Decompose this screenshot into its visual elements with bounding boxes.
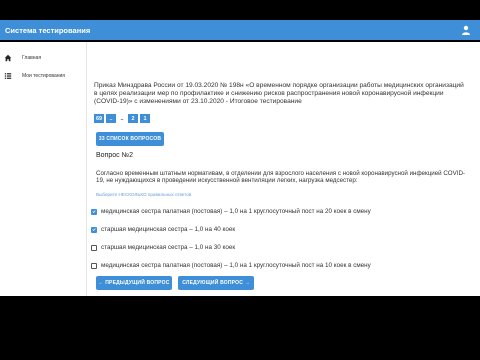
question-nav-item[interactable]: 1 bbox=[140, 114, 150, 123]
home-icon bbox=[4, 54, 12, 62]
prev-question-button[interactable]: ← ПРЕДЫДУЩИЙ ВОПРОС bbox=[96, 276, 172, 290]
app-title: Система тестирования bbox=[5, 25, 91, 35]
sidebar-item-my-tests[interactable]: Мои тестирования bbox=[4, 72, 65, 80]
sidebar-item-home[interactable]: Главная bbox=[4, 54, 41, 62]
sidebar-item-label: Мои тестирования bbox=[22, 73, 65, 79]
answer-option[interactable]: медицинская сестра палатная (постовая) –… bbox=[91, 208, 371, 215]
question-nav-item[interactable]: .. bbox=[106, 114, 116, 123]
answer-hint: Выберите НЕСКОЛЬКО правильных ответов bbox=[96, 192, 192, 197]
checkbox-unchecked[interactable] bbox=[91, 262, 97, 269]
answer-option[interactable]: старшая медицинская сестра – 1,0 на 40 к… bbox=[91, 226, 235, 233]
answer-option[interactable]: медицинская сестра палатная (постовая) –… bbox=[91, 262, 371, 269]
answer-option-label: старшая медицинская сестра – 1,0 на 40 к… bbox=[101, 226, 236, 233]
answer-option-label: старшая медицинская сестра – 1,0 на 30 к… bbox=[101, 244, 236, 251]
user-icon[interactable] bbox=[461, 25, 471, 35]
question-nav-ellipsis: .. bbox=[120, 115, 124, 122]
sidebar-item-label: Главная bbox=[22, 55, 42, 61]
list-icon bbox=[4, 73, 12, 79]
question-nav-item[interactable]: 69 bbox=[94, 114, 104, 123]
question-title: Вопрос №2 bbox=[96, 152, 133, 159]
next-question-button[interactable]: СЛЕДУЮЩИЙ ВОПРОС → bbox=[178, 276, 254, 290]
question-nav-item[interactable]: 2 bbox=[128, 114, 138, 123]
sidebar: Главная Мои тестирования bbox=[0, 42, 87, 296]
answer-option[interactable]: старшая медицинская сестра – 1,0 на 30 к… bbox=[91, 244, 235, 251]
question-pagination: 69 .. .. 2 1 bbox=[94, 114, 152, 123]
test-description: Приказ Минздрава России от 19.03.2020 № … bbox=[94, 82, 464, 105]
app-header: Система тестирования bbox=[0, 20, 480, 40]
answer-option-label: медицинская сестра палатная (постовая) –… bbox=[101, 262, 371, 269]
checkbox-unchecked[interactable] bbox=[91, 244, 97, 251]
answer-option-label: медицинская сестра палатная (постовая) –… bbox=[101, 208, 371, 215]
app-screen: Главная Мои тестирования Приказ Минздрав… bbox=[0, 42, 480, 296]
checkbox-checked[interactable] bbox=[91, 226, 97, 233]
checkbox-checked[interactable] bbox=[91, 208, 97, 215]
question-text: Согласно временным штатным нормативам, в… bbox=[96, 170, 465, 185]
questions-list-button[interactable]: 33 СПИСОК ВОПРОСОВ bbox=[96, 132, 164, 146]
